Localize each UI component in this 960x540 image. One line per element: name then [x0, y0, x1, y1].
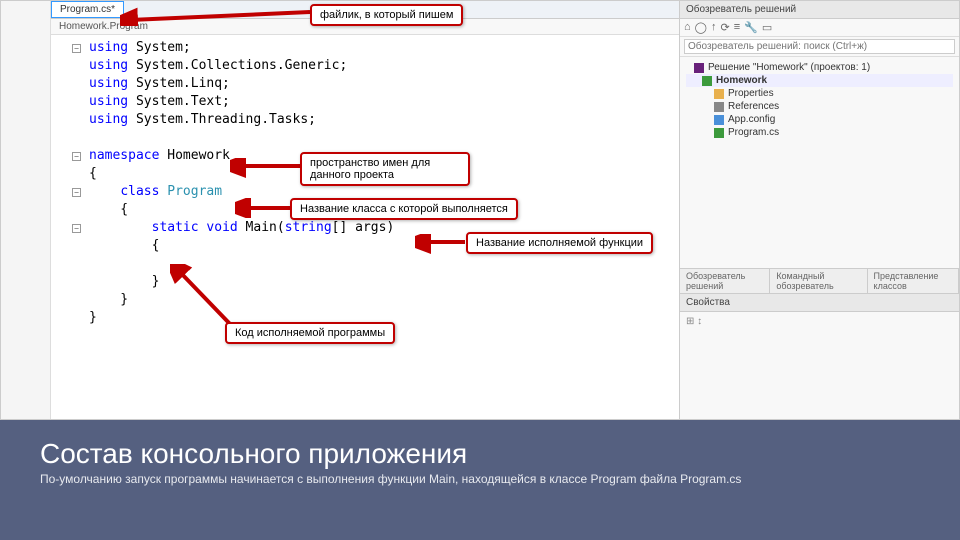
callout-code: Код исполняемой программы [225, 322, 395, 344]
properties-icon[interactable]: 🔧 [744, 21, 758, 34]
appconfig-node[interactable]: App.config [686, 113, 953, 126]
project-label: Homework [716, 75, 767, 86]
solution-search-input[interactable] [684, 39, 955, 54]
solution-tree[interactable]: Решение "Homework" (проектов: 1) Homewor… [680, 57, 959, 143]
arrow-file [120, 6, 315, 26]
arrow-class [235, 198, 295, 218]
code-content[interactable]: using System; using System.Collections.G… [89, 39, 679, 419]
csfile-icon [714, 128, 724, 138]
left-tool-strip[interactable] [1, 1, 51, 419]
references-node[interactable]: References [686, 100, 953, 113]
properties-title: Свойства [680, 294, 959, 312]
project-node[interactable]: Homework [686, 74, 953, 87]
solution-search-row [680, 37, 959, 57]
properties-label: Properties [728, 88, 774, 99]
properties-panel: Свойства ⊞ ↕ [680, 294, 959, 419]
solution-explorer-title: Обозреватель решений [680, 1, 959, 19]
slide-title: Состав консольного приложения [40, 438, 920, 470]
callout-class: Название класса с которой выполняется [290, 198, 518, 220]
solution-root[interactable]: Решение "Homework" (проектов: 1) [686, 61, 953, 74]
references-label: References [728, 101, 779, 112]
solution-root-label: Решение "Homework" (проектов: 1) [708, 62, 870, 73]
tab-label: Program.cs* [60, 4, 115, 15]
up-icon[interactable]: ↑ [711, 21, 717, 34]
config-icon [714, 115, 724, 125]
show-all-icon[interactable]: ▭ [762, 21, 772, 34]
fold-gutter[interactable]: − − − − [59, 39, 89, 419]
solution-icon [694, 63, 704, 73]
home-icon[interactable]: ⌂ [684, 21, 691, 34]
callout-namespace: пространство имен для данного проекта [300, 152, 470, 186]
project-icon [702, 76, 712, 86]
panel-tab-row[interactable]: Обозреватель решений Командный обозреват… [680, 268, 959, 294]
panel-tab-2[interactable]: Представление классов [868, 269, 959, 293]
panel-tab-1[interactable]: Командный обозреватель [770, 269, 867, 293]
properties-node[interactable]: Properties [686, 87, 953, 100]
callout-file: файлик, в который пишем [310, 4, 463, 26]
references-icon [714, 102, 724, 112]
appconfig-label: App.config [728, 114, 775, 125]
solution-toolbar[interactable]: ⌂ ◯ ↑ ⟳ ≡ 🔧 ▭ [680, 19, 959, 37]
folder-icon [714, 89, 724, 99]
programcs-node[interactable]: Program.cs [686, 126, 953, 139]
code-editor[interactable]: − − − − using System; using System.Colle… [51, 35, 679, 419]
callout-main: Название исполняемой функции [466, 232, 653, 254]
arrow-namespace [230, 158, 310, 178]
slide-caption: Состав консольного приложения По-умолчан… [0, 420, 960, 540]
properties-tools[interactable]: ⊞ ↕ [680, 312, 959, 331]
panel-tab-0[interactable]: Обозреватель решений [680, 269, 770, 293]
refresh-icon[interactable]: ⟳ [720, 21, 729, 34]
solution-explorer-panel: Обозреватель решений ⌂ ◯ ↑ ⟳ ≡ 🔧 ▭ Решен… [679, 1, 959, 419]
tab-program-cs[interactable]: Program.cs* [51, 1, 124, 18]
programcs-label: Program.cs [728, 127, 779, 138]
back-icon[interactable]: ◯ [695, 21, 707, 34]
slide-subtitle: По-умолчанию запуск программы начинается… [40, 472, 800, 488]
collapse-icon[interactable]: ≡ [734, 21, 740, 34]
